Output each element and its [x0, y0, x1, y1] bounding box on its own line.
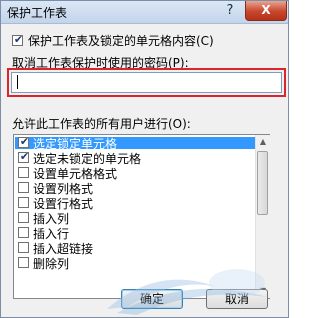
checkmark-icon: ✔	[19, 150, 30, 163]
ok-button[interactable]: 确定	[121, 289, 183, 309]
list-item[interactable]: ✔ 选定未锁定的单元格	[15, 150, 256, 166]
checkmark-icon: ✔	[13, 33, 24, 46]
dialog-title: 保护工作表	[7, 6, 68, 20]
checkmark-icon: ✔	[19, 135, 30, 148]
list-item-checkbox[interactable]	[18, 182, 29, 193]
list-item-checkbox[interactable]	[18, 167, 29, 178]
list-item[interactable]: 设置单元格格式	[15, 167, 256, 181]
list-item-checkbox[interactable]	[18, 197, 29, 208]
text-caret	[17, 75, 18, 89]
protect-sheet-dialog: 保护工作表 ? X ✔ 保护工作表及锁定的单元格内容(C) 取消工作表保护时使用…	[0, 0, 289, 318]
list-item-label: 删除列	[33, 257, 70, 271]
protect-sheet-label: 保护工作表及锁定的单元格内容(C)	[28, 34, 214, 48]
list-item-checkbox[interactable]: ✔	[18, 135, 30, 148]
permissions-list[interactable]: ✔ 选定锁定单元格 ✔ 选定未锁定的单元格 设置单元格格式 设置列格式 设置行格式 插入列 插入…	[13, 134, 270, 299]
scrollbar-thumb[interactable]	[257, 151, 268, 215]
list-item[interactable]: 插入超链接	[15, 242, 256, 256]
list-item[interactable]: 插入列	[15, 212, 256, 226]
list-item-checkbox[interactable]	[18, 257, 29, 268]
list-item[interactable]: 设置行格式	[15, 197, 256, 211]
permissions-label: 允许此工作表的所有用户进行(O):	[12, 117, 191, 131]
cancel-button[interactable]: 取消	[206, 289, 268, 309]
list-item-checkbox[interactable]	[18, 242, 29, 253]
chevron-up-icon[interactable]: ▲	[256, 135, 270, 149]
title-bar[interactable]: 保护工作表 ? X	[1, 1, 288, 24]
list-item[interactable]: 插入行	[15, 227, 256, 241]
list-item[interactable]: 删除列	[15, 257, 256, 271]
list-item-checkbox[interactable]: ✔	[18, 150, 30, 163]
list-item-checkbox[interactable]	[18, 212, 29, 223]
list-item[interactable]: ✔ 选定锁定单元格	[15, 135, 256, 151]
close-icon[interactable]: X	[245, 1, 287, 21]
password-field[interactable]	[11, 72, 282, 93]
list-item-checkbox[interactable]	[18, 227, 29, 238]
list-item[interactable]: 设置列格式	[15, 182, 256, 196]
help-icon[interactable]: ?	[219, 2, 241, 20]
protect-sheet-checkbox[interactable]: ✔	[12, 33, 24, 46]
list-scrollbar[interactable]: ▲ ▼	[255, 135, 270, 298]
